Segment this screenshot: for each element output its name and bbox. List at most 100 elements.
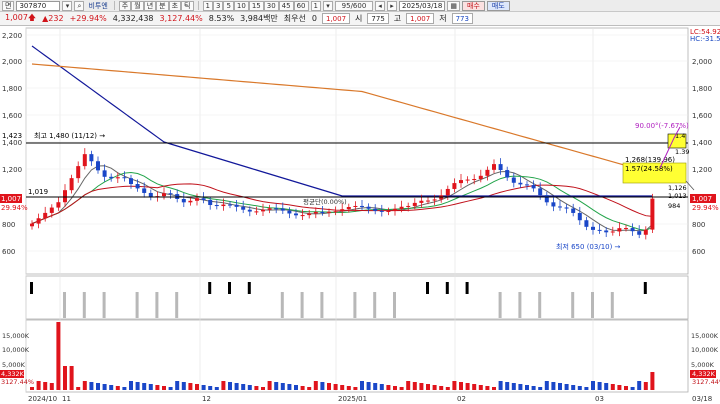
candle-body[interactable]: [511, 177, 516, 183]
volume-bar[interactable]: [96, 383, 100, 390]
candle-body[interactable]: [181, 199, 186, 203]
volume-bar[interactable]: [373, 383, 378, 390]
volume-bar[interactable]: [69, 366, 74, 390]
candle-body[interactable]: [49, 207, 54, 213]
volume-bar[interactable]: [228, 382, 232, 390]
volume-bar[interactable]: [551, 382, 556, 390]
candle-body[interactable]: [531, 185, 536, 189]
period-tab-0[interactable]: 주: [118, 0, 132, 11]
interval-tab-0[interactable]: 1: [202, 0, 213, 11]
volume-bar[interactable]: [287, 384, 292, 390]
chevron-down-icon[interactable]: ▾: [322, 0, 333, 11]
volume-bar[interactable]: [459, 382, 463, 390]
candle-body[interactable]: [89, 154, 94, 162]
period-tab-2[interactable]: 년: [143, 0, 157, 11]
volume-bar[interactable]: [234, 383, 239, 390]
volume-bar[interactable]: [439, 386, 444, 390]
volume-bar[interactable]: [558, 383, 562, 390]
volume-bar[interactable]: [584, 387, 589, 390]
volume-bar[interactable]: [63, 366, 67, 390]
candle-body[interactable]: [505, 170, 510, 178]
candle-body[interactable]: [36, 218, 41, 224]
volume-bar[interactable]: [30, 387, 34, 390]
candle-body[interactable]: [452, 183, 457, 189]
candle-body[interactable]: [379, 210, 384, 212]
volume-bar[interactable]: [518, 384, 523, 390]
volume-bar[interactable]: [525, 385, 529, 390]
candle-body[interactable]: [604, 230, 609, 233]
interval-tab-3[interactable]: 10: [233, 0, 249, 11]
interval-tab-2[interactable]: 5: [223, 0, 234, 11]
interval-tab-4[interactable]: 15: [248, 0, 264, 11]
candle-body[interactable]: [221, 204, 226, 207]
count-field[interactable]: 95/600: [334, 0, 373, 11]
volume-bar[interactable]: [610, 384, 615, 390]
volume-bar[interactable]: [155, 385, 160, 390]
volume-bar[interactable]: [577, 386, 582, 390]
volume-bar[interactable]: [195, 384, 199, 390]
volume-bar[interactable]: [89, 382, 94, 390]
chevron-left-icon[interactable]: ◂: [374, 0, 385, 11]
volume-bar[interactable]: [148, 384, 153, 390]
period-tab-3[interactable]: 분: [156, 0, 169, 11]
chevron-right-icon[interactable]: ▸: [386, 0, 397, 11]
volume-bar[interactable]: [564, 384, 569, 390]
candle-body[interactable]: [201, 198, 206, 200]
candle-body[interactable]: [637, 231, 642, 235]
candle-body[interactable]: [478, 175, 483, 180]
volume-bar[interactable]: [445, 387, 450, 390]
volume-bar[interactable]: [162, 386, 166, 390]
ask-price-field[interactable]: 1,007: [321, 13, 351, 24]
candle-body[interactable]: [432, 199, 437, 201]
candle-body[interactable]: [267, 208, 272, 210]
volume-bar[interactable]: [360, 381, 364, 390]
volume-bar[interactable]: [531, 386, 536, 390]
search-icon[interactable]: ▾: [62, 0, 73, 11]
candle-body[interactable]: [287, 210, 292, 214]
volume-bar[interactable]: [393, 386, 397, 390]
volume-bar[interactable]: [122, 387, 127, 390]
candle-body[interactable]: [69, 178, 74, 191]
volume-bar[interactable]: [247, 385, 252, 390]
candle-body[interactable]: [419, 200, 424, 203]
volume-bar[interactable]: [274, 382, 279, 390]
volume-bar[interactable]: [617, 385, 622, 390]
volume-bar[interactable]: [280, 383, 285, 390]
volume-bar[interactable]: [294, 385, 298, 390]
volume-bar[interactable]: [386, 385, 391, 390]
candle-body[interactable]: [115, 177, 120, 179]
candle-body[interactable]: [518, 182, 523, 185]
volume-bar[interactable]: [109, 385, 114, 390]
candle-body[interactable]: [102, 170, 107, 177]
candle-body[interactable]: [82, 154, 87, 167]
candle-body[interactable]: [485, 169, 490, 176]
volume-bar[interactable]: [261, 387, 265, 390]
interval-tab-1[interactable]: 3: [212, 0, 224, 11]
candle-body[interactable]: [577, 212, 582, 221]
period-tab-1[interactable]: 월: [131, 0, 144, 11]
candle-body[interactable]: [76, 166, 81, 179]
candle-body[interactable]: [630, 228, 635, 232]
candle-body[interactable]: [360, 205, 364, 207]
candle-body[interactable]: [168, 193, 173, 195]
candle-body[interactable]: [650, 198, 655, 230]
volume-bar[interactable]: [650, 372, 655, 390]
volume-bar[interactable]: [597, 382, 602, 390]
volume-bar[interactable]: [221, 381, 226, 390]
volume-bar[interactable]: [630, 387, 635, 390]
volume-bar[interactable]: [505, 382, 510, 390]
volume-bar[interactable]: [208, 386, 213, 390]
volume-bar[interactable]: [452, 381, 457, 390]
candle-body[interactable]: [300, 215, 305, 217]
volume-bar[interactable]: [181, 382, 186, 390]
buy-button[interactable]: 매수: [461, 0, 485, 11]
volume-bar[interactable]: [485, 386, 490, 390]
stock-chart[interactable]: 2,2002,0001,8001,6001,4001,2001,00080060…: [0, 26, 720, 404]
volume-bar[interactable]: [43, 382, 48, 390]
candle-body[interactable]: [525, 184, 529, 186]
candle-body[interactable]: [56, 202, 61, 208]
volume-bar[interactable]: [307, 387, 312, 390]
calendar-icon[interactable]: ▦: [447, 0, 460, 11]
candle-body[interactable]: [333, 211, 338, 213]
volume-bar[interactable]: [168, 387, 173, 390]
